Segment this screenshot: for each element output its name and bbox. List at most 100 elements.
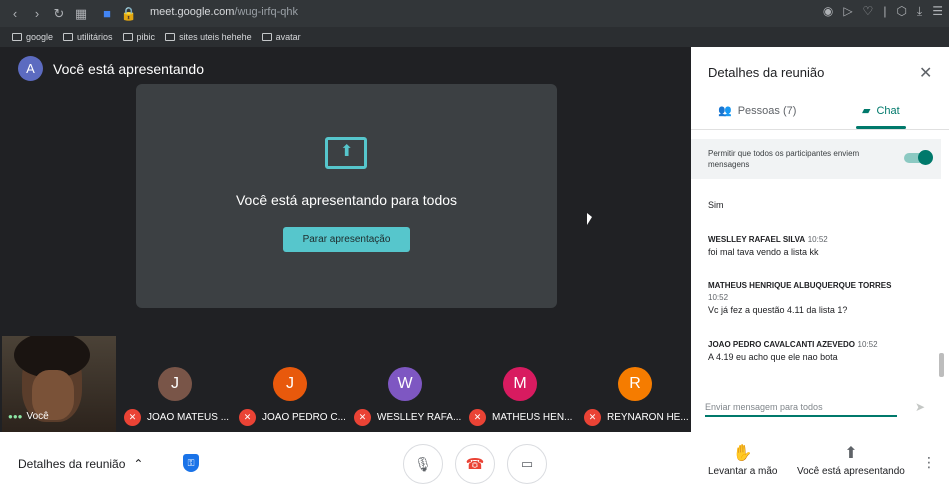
mic-off-icon: ✕ [124,409,141,426]
stop-presenting-button[interactable]: Parar apresentação [283,227,410,252]
chat-permission-row: Permitir que todos os participantes envi… [691,139,941,179]
folder-icon [122,33,133,41]
download-icon[interactable]: ⤓ [917,4,922,19]
bookmark-sites-uteis[interactable]: sites uteis hehehe [165,32,252,42]
lock-icon[interactable]: 🔒 [118,6,140,22]
tab-people[interactable]: 👥 Pessoas (7) [718,104,796,118]
chat-message: MATHEUS HENRIQUE ALBUQUERQUE TORRES 10:5… [708,280,933,316]
folder-icon [261,33,272,41]
presentation-message: Você está apresentando para todos [235,192,458,208]
chat-message-sender: MATHEUS HENRIQUE ALBUQUERQUE TORRES [708,281,892,290]
end-call-button[interactable]: ☎ [455,444,495,484]
bottom-control-bar: Detalhes da reunião ⌃ ⚿ 🎙 ☎ ▭ ✋ Levantar… [0,432,949,495]
avatar: A [18,56,43,81]
chat-message-input[interactable] [705,400,897,414]
camera-icon[interactable]: ■ [96,6,118,21]
back-icon[interactable]: ‹ [4,6,26,21]
chat-message: WESLLEY RAFAEL SILVA 10:52 foi mal tava … [708,233,933,258]
play-icon[interactable]: ▷ [843,4,852,19]
participant-tile[interactable]: J ✕ JOAO PEDRO C... [235,336,347,432]
mic-off-icon: ✕ [584,409,601,426]
present-icon: ⬆ [844,445,858,462]
self-video-tile[interactable]: ●●● Você [2,336,116,432]
mic-off-icon: ✕ [354,409,371,426]
chat-message-text: Vc já fez a questão 4.11 da lista 1? [708,305,848,315]
chat-message-text: Sim [708,200,724,210]
close-icon[interactable]: ✕ [919,63,932,83]
mic-off-icon: ✕ [239,409,256,426]
mouse-cursor [587,213,592,225]
participant-name: ✕ REYNARON HE... [584,409,689,426]
tab-chat[interactable]: ▰ Chat [862,104,900,118]
apps-icon[interactable]: ▦ [70,6,92,22]
chat-message-text: A 4.19 eu acho que ele nao bota [708,352,838,362]
end-call-icon: ☎ [465,456,485,473]
meeting-details-button[interactable]: Detalhes da reunião ⌃ [18,457,143,471]
participant-tile[interactable]: W ✕ WESLLEY RAFA... [350,336,462,432]
chat-icon: ▰ [862,105,871,117]
browser-toolbar: ‹ › ↻ ▦ ■ 🔒 meet.google.com/wug-irfq-qhk… [0,0,949,27]
chat-message-text: foi mal tava vendo a lista kk [708,247,819,257]
participant-avatar: J [273,367,307,401]
chevron-up-icon: ⌃ [133,457,144,471]
participant-tile[interactable]: R ✕ REYNARON HE... [580,336,692,432]
chat-permission-label: Permitir que todos os participantes envi… [708,149,860,169]
participant-avatar: J [158,367,192,401]
bookmark-google[interactable]: google [12,32,53,42]
presentation-card: ⬆ Você está apresentando para todos Para… [136,84,557,308]
bookmarks-bar: google utilitários pibic sites uteis heh… [0,27,949,47]
participant-tile[interactable]: M ✕ MATHEUS HEN... [465,336,577,432]
screenshot-icon[interactable]: ◉ [823,4,833,19]
chat-message-header: JOAO PEDRO CAVALCANTI AZEVEDO 10:52 [708,338,933,351]
raise-hand-button[interactable]: ✋ Levantar a mão [708,443,778,477]
settings-icon[interactable]: ☰ [932,4,943,19]
hand-icon: ✋ [732,445,753,462]
meeting-details-panel: Detalhes da reunião ✕ 👥 Pessoas (7) ▰ Ch… [691,47,949,432]
camera-button[interactable]: ▭ [507,444,547,484]
chat-message-header: WESLLEY RAFAEL SILVA 10:52 [708,233,933,246]
mic-icon: 🎙 [414,455,432,472]
more-icon[interactable]: ⋮ [922,454,936,471]
shield-icon[interactable]: ⚿ [183,454,199,472]
bookmark-utilitarios[interactable]: utilitários [63,32,113,42]
send-icon[interactable]: ➤ [915,400,925,414]
url-host: meet.google.com [150,6,235,18]
participant-strip: ●●● Você J ✕ JOAO MATEUS ... J ✕ JOAO PEDR… [0,336,691,432]
folder-icon [165,33,176,41]
participant-name: ✕ JOAO MATEUS ... [124,409,229,426]
cube-icon[interactable]: ⬡ [896,4,906,19]
chat-input-underline [705,415,897,417]
chat-message-sender: JOAO PEDRO CAVALCANTI AZEVEDO [708,340,855,349]
tab-divider [691,129,949,130]
browser-actions: ◉ ▷ ♡ | ⬡ ⤓ ☰ [823,4,943,19]
mic-off-icon: ✕ [469,409,486,426]
presenter-header: A Você está apresentando [18,56,204,81]
bookmark-pibic[interactable]: pibic [122,32,155,42]
address-bar[interactable]: meet.google.com/wug-irfq-qhk [150,6,298,18]
screen-share-icon: ⬆ [325,137,367,169]
participant-name: ✕ MATHEUS HEN... [469,409,572,426]
microphone-button[interactable]: 🎙 [403,444,443,484]
presenter-title: Você está apresentando [53,60,205,77]
participant-avatar: W [388,367,422,401]
folder-icon [63,33,74,41]
chat-permission-toggle[interactable] [904,150,933,165]
participant-tile[interactable]: J ✕ JOAO MATEUS ... [120,336,232,432]
participant-name: ✕ WESLLEY RAFA... [354,409,461,426]
people-icon: 👥 [718,105,732,117]
self-name-label: ●●● Você [8,411,49,422]
participant-name: ✕ JOAO PEDRO C... [239,409,346,426]
bookmark-avatar[interactable]: avatar [261,32,301,42]
participant-avatar: M [503,367,537,401]
chat-scrollbar[interactable] [939,353,944,377]
video-icon: ▭ [520,456,534,471]
presenting-label: Você está apresentando [797,466,905,477]
raise-hand-label: Levantar a mão [708,466,778,477]
presenting-button[interactable]: ⬆ Você está apresentando [797,443,905,477]
url-path: /wug-irfq-qhk [234,6,298,18]
reload-icon[interactable]: ↻ [48,6,70,22]
chat-message-time: 10:52 [708,293,729,302]
chat-message-time: 10:52 [807,235,828,244]
forward-icon[interactable]: › [26,6,48,21]
heart-icon[interactable]: ♡ [863,4,874,19]
